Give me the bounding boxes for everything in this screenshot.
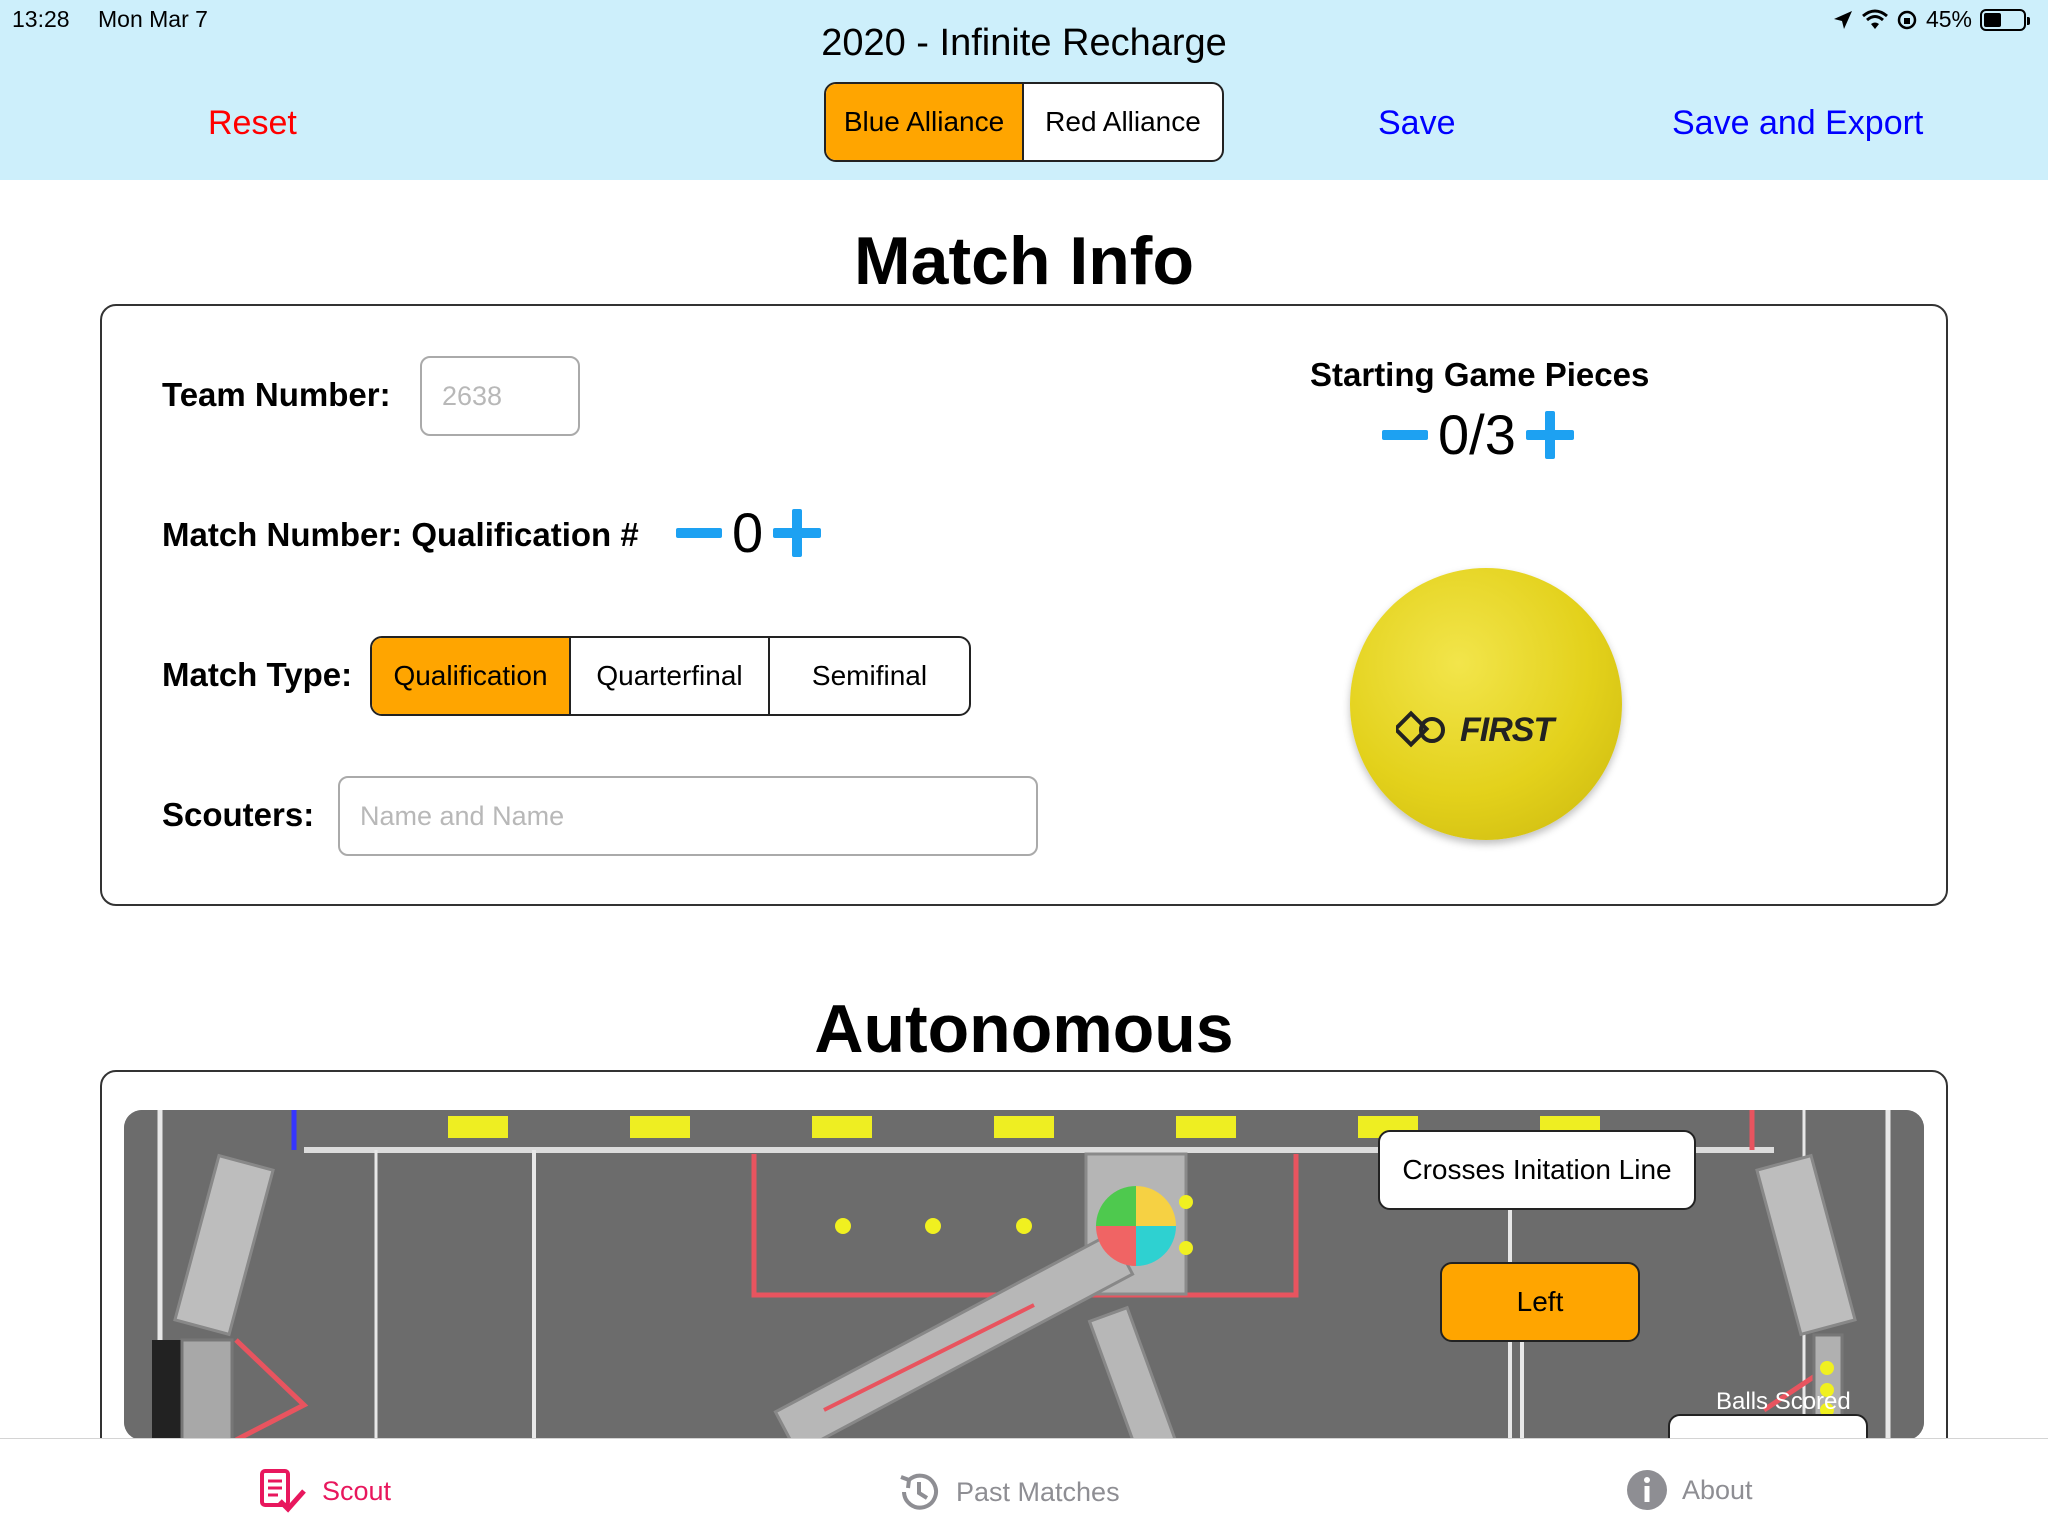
- scouters-label: Scouters:: [162, 796, 315, 833]
- tab-scout-label: Scout: [322, 1475, 392, 1506]
- reset-button[interactable]: Reset: [208, 104, 297, 143]
- starting-game-pieces-stepper: 0/3: [1382, 402, 1574, 467]
- blue-alliance-option[interactable]: Blue Alliance: [826, 84, 1024, 160]
- match-type-quarterfinal[interactable]: Quarterfinal: [571, 638, 770, 714]
- game-pieces-minus-icon[interactable]: [1382, 429, 1428, 440]
- balls-scored-label: Balls Scored: [1716, 1388, 1851, 1415]
- first-logo-text: FIRST: [1460, 710, 1554, 749]
- game-pieces-plus-icon[interactable]: [1525, 410, 1574, 459]
- match-info-title: Match Info: [854, 223, 1194, 299]
- starting-game-pieces-label: Starting Game Pieces: [1310, 356, 1650, 393]
- app-title: 2020 - Infinite Recharge: [821, 22, 1227, 64]
- history-icon: [900, 1473, 938, 1510]
- balls-scored-stepper[interactable]: [1668, 1414, 1868, 1440]
- match-number-label: Match Number: Qualification #: [162, 516, 639, 553]
- team-number-label: Team Number:: [162, 376, 391, 413]
- match-number-minus-icon[interactable]: [676, 527, 722, 538]
- top-bar: 13:28 Mon Mar 7 45% 2020 - Infinite Rech…: [0, 0, 2048, 180]
- autonomous-title: Autonomous: [814, 991, 1234, 1067]
- match-type-semifinal[interactable]: Semifinal: [770, 638, 969, 714]
- scouters-input[interactable]: Name and Name: [338, 776, 1038, 856]
- tab-about[interactable]: About: [1626, 1469, 1753, 1511]
- tab-bar: Scout Past Matches About: [0, 1438, 2048, 1536]
- scout-checklist-icon: [260, 1469, 306, 1513]
- game-pieces-value: 0/3: [1438, 403, 1516, 466]
- match-number-stepper: 0: [676, 500, 822, 565]
- field-map[interactable]: Crosses Initation Line Left Balls Scored: [124, 1110, 1924, 1440]
- match-number-value: 0: [732, 501, 764, 564]
- save-and-export-button[interactable]: Save and Export: [1672, 104, 1923, 143]
- first-logo: FIRST: [1396, 710, 1554, 750]
- power-cell-ball-image: FIRST: [1350, 568, 1622, 840]
- match-info-card: Team Number: 2638 Match Number: Qualific…: [100, 304, 1948, 906]
- team-number-input[interactable]: 2638: [420, 356, 580, 436]
- crosses-initiation-line-button[interactable]: Crosses Initation Line: [1378, 1130, 1696, 1210]
- start-position-left-button[interactable]: Left: [1440, 1262, 1640, 1342]
- tab-about-label: About: [1682, 1474, 1753, 1505]
- tab-past-matches[interactable]: Past Matches: [896, 1469, 1120, 1515]
- save-button[interactable]: Save: [1378, 104, 1456, 143]
- first-logo-icon: [1396, 710, 1445, 748]
- match-type-label: Match Type:: [162, 656, 353, 693]
- tab-scout[interactable]: Scout: [258, 1469, 391, 1513]
- match-type-selector: Qualification Quarterfinal Semifinal: [370, 636, 971, 716]
- match-number-plus-icon[interactable]: [773, 508, 822, 557]
- info-icon: [1627, 1470, 1667, 1510]
- red-alliance-option[interactable]: Red Alliance: [1024, 84, 1222, 160]
- alliance-selector: Blue Alliance Red Alliance: [824, 82, 1224, 162]
- tab-past-matches-label: Past Matches: [956, 1476, 1120, 1507]
- match-type-qualification[interactable]: Qualification: [372, 638, 571, 714]
